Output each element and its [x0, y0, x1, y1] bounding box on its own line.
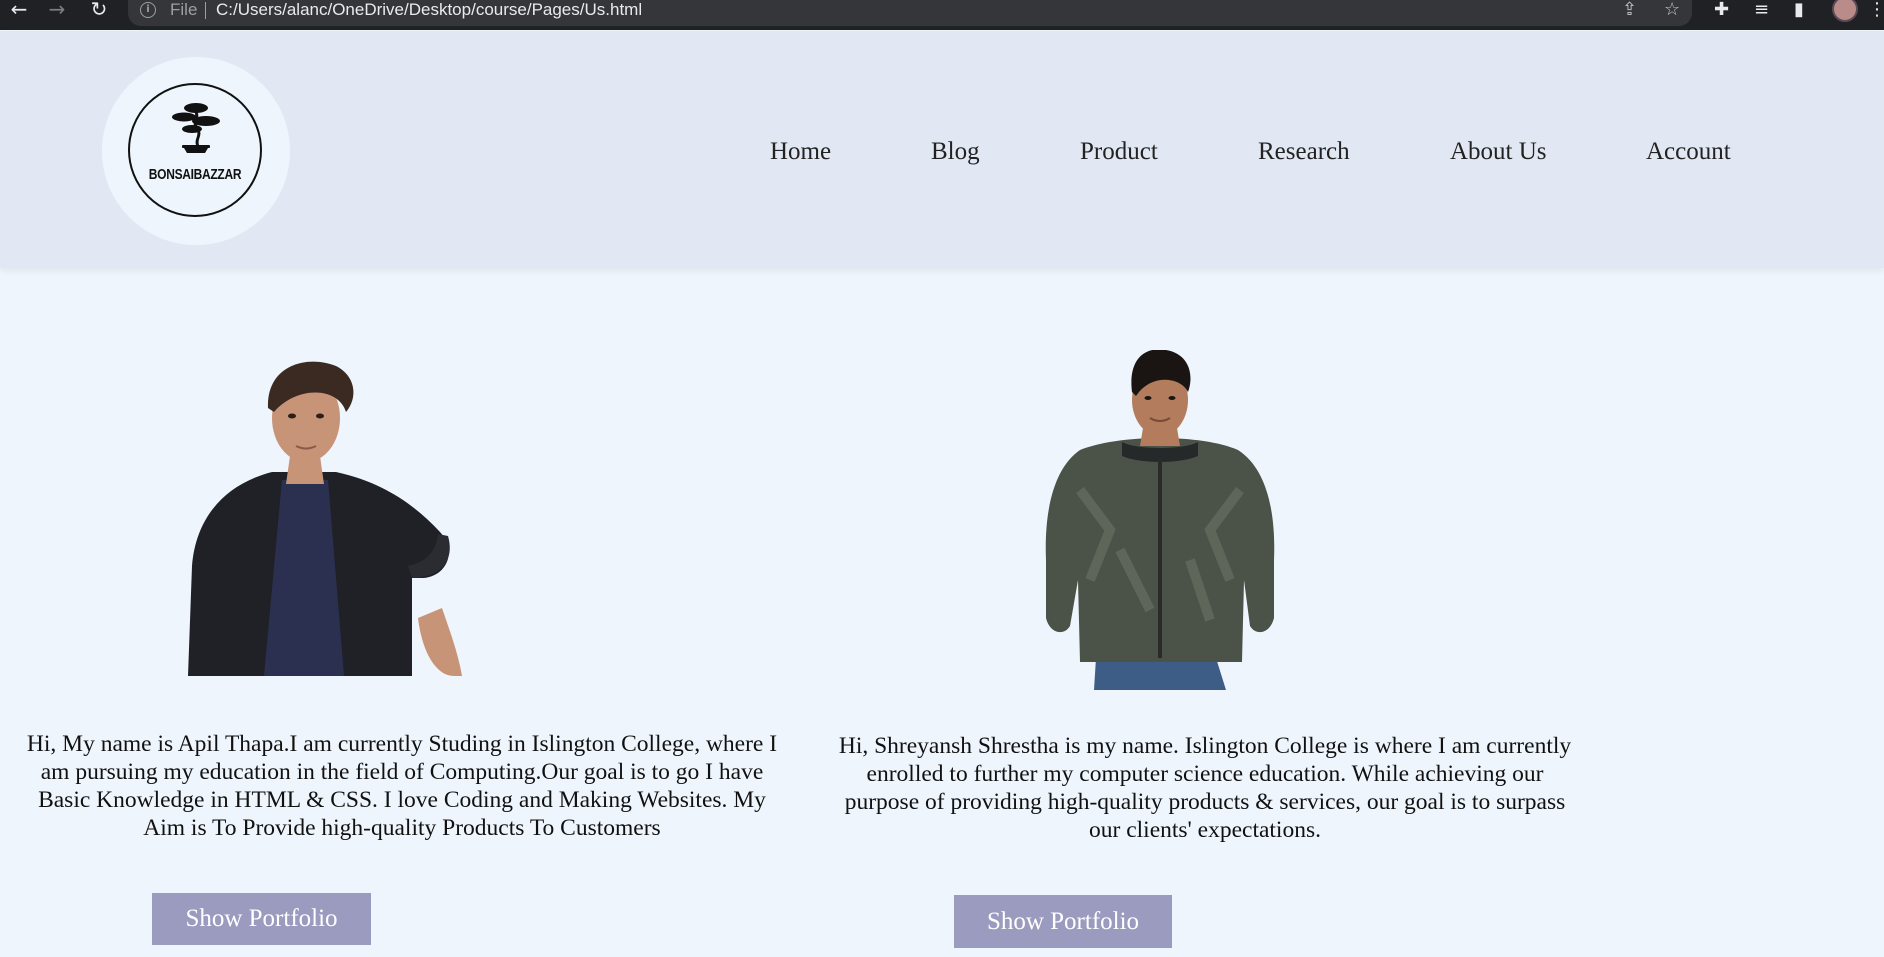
url-scheme: File	[170, 0, 198, 19]
logo-badge: BONSAIBAZZAR	[128, 83, 262, 217]
url-divider	[205, 2, 206, 19]
bonsai-tree-icon	[172, 103, 220, 153]
browser-toolbar: ← → ↻ i File C:/Users/alanc/OneDrive/Des…	[0, 0, 1884, 30]
nav-about-us[interactable]: About Us	[1450, 136, 1547, 168]
menu-icon[interactable]: ⋮	[1868, 0, 1884, 20]
share-icon[interactable]: ⇪	[1622, 0, 1637, 20]
address-bar[interactable]: i File C:/Users/alanc/OneDrive/Desktop/c…	[128, 0, 1692, 26]
nav-home[interactable]: Home	[770, 136, 831, 168]
logo-text: BONSAIBAZZAR	[148, 165, 242, 183]
show-portfolio-button-apil[interactable]: Show Portfolio	[152, 893, 371, 945]
profile-avatar[interactable]	[1832, 0, 1858, 22]
member-photo-shreyansh	[1045, 350, 1275, 690]
site-info-icon[interactable]: i	[140, 2, 156, 18]
show-portfolio-button-shreyansh[interactable]: Show Portfolio	[954, 895, 1172, 948]
site-header: BONSAIBAZZAR Home Blog Product Research …	[0, 31, 1884, 268]
side-panel-icon[interactable]: ▮	[1794, 0, 1804, 20]
extensions-icon[interactable]: ✚	[1714, 0, 1729, 20]
member-photo-apil	[188, 361, 462, 676]
member-bio-apil: Hi, My name is Apil Thapa.I am currently…	[26, 731, 778, 841]
nav-product[interactable]: Product	[1080, 136, 1158, 168]
url-text[interactable]: C:/Users/alanc/OneDrive/Desktop/course/P…	[216, 0, 642, 20]
reload-icon[interactable]: ↻	[86, 0, 112, 20]
bookmark-star-icon[interactable]: ☆	[1664, 0, 1680, 20]
back-icon[interactable]: ←	[6, 0, 32, 20]
nav-blog[interactable]: Blog	[931, 136, 980, 168]
nav-account[interactable]: Account	[1646, 136, 1731, 168]
forward-icon[interactable]: →	[44, 0, 70, 20]
media-control-icon[interactable]: ≡	[1754, 0, 1769, 20]
logo[interactable]: BONSAIBAZZAR	[102, 57, 290, 245]
nav-research[interactable]: Research	[1258, 136, 1350, 168]
member-bio-shreyansh: Hi, Shreyansh Shrestha is my name. Islin…	[838, 733, 1572, 843]
